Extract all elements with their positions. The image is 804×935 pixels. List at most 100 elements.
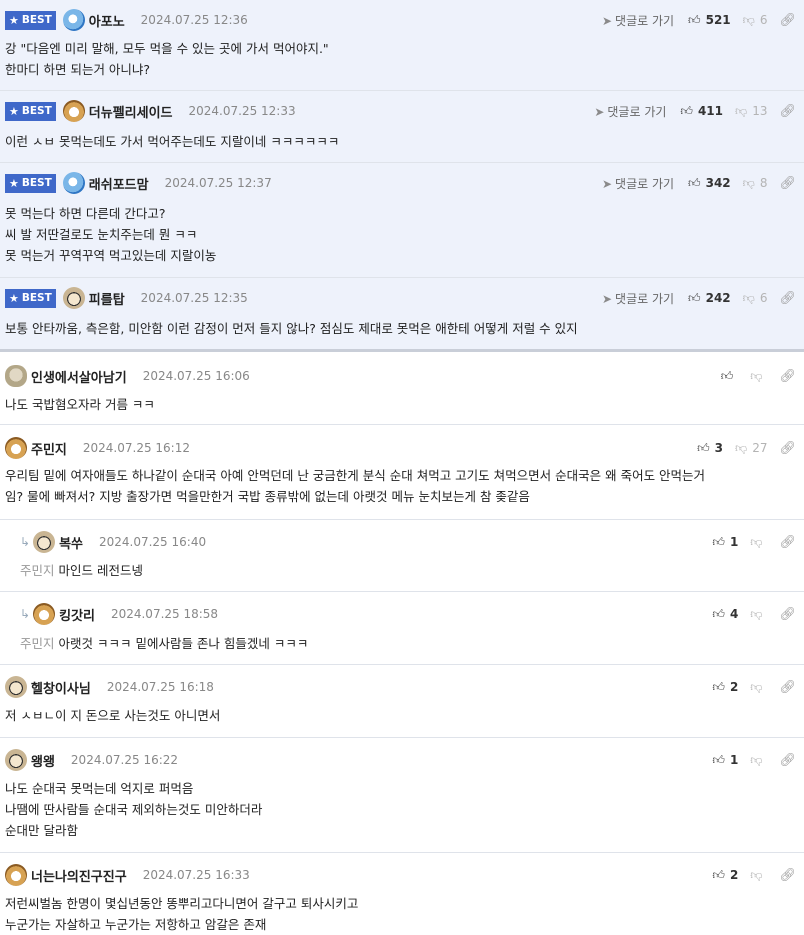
link-icon[interactable]: 🔗︎ <box>779 607 796 622</box>
upvote-button[interactable]: 👍︎ 3 <box>697 441 723 456</box>
link-icon[interactable]: 🔗︎ <box>779 535 796 550</box>
send-icon: ➤ <box>601 13 613 28</box>
thumbs-up-icon: 👍︎ <box>712 534 725 549</box>
downvote-button[interactable]: 👎︎ 8 <box>743 176 768 191</box>
upvote-button[interactable]: 👍︎ 242 <box>688 291 731 306</box>
upvote-button[interactable]: 👍︎ 1 <box>712 535 738 550</box>
comment-date: 2024.07.25 12:33 <box>188 104 296 118</box>
comment-body: 강 "다음엔 미리 말해, 모두 먹을 수 있는 곳에 가서 먹어야지." 한마… <box>5 41 329 77</box>
rock-icon[interactable] <box>5 365 27 387</box>
thumbs-up-icon: 👍︎ <box>712 606 725 621</box>
star-icon: ★ <box>9 104 19 118</box>
upvote-button[interactable]: 👍︎ 521 <box>688 13 731 28</box>
thumbs-down-icon: 👎︎ <box>742 290 755 305</box>
thumbs-up-icon: 👍︎ <box>688 290 701 305</box>
puppy-icon[interactable] <box>5 749 27 771</box>
comment-author[interactable]: 피를탑 <box>89 289 125 308</box>
downvote-button[interactable]: 👎︎ 6 <box>743 13 768 28</box>
downvote-button[interactable]: 👎︎ 13 <box>735 104 767 119</box>
thumbs-down-icon: 👎︎ <box>742 175 755 190</box>
thumbs-down-icon: 👎︎ <box>750 867 763 882</box>
fox-icon[interactable] <box>5 437 27 459</box>
fox-icon[interactable] <box>5 864 27 886</box>
thumbs-up-icon: 👍︎ <box>712 752 725 767</box>
link-icon[interactable]: 🔗︎ <box>779 176 796 191</box>
comment-author[interactable]: 복쑤 <box>59 533 83 552</box>
link-icon[interactable]: 🔗︎ <box>779 104 796 119</box>
send-icon: ➤ <box>594 104 605 119</box>
puppy-icon[interactable] <box>33 531 56 553</box>
comment-author[interactable]: 더뉴펠리세이드 <box>89 102 173 121</box>
comment-author[interactable]: 킹갓리 <box>59 605 95 624</box>
star-icon: ★ <box>9 13 19 27</box>
best-badge: ★ BEST <box>5 10 56 30</box>
link-icon[interactable]: 🔗︎ <box>779 13 796 28</box>
downvote-button[interactable]: 👎︎ 6 <box>743 291 768 306</box>
link-icon[interactable]: 🔗︎ <box>779 753 796 768</box>
star-icon: ★ <box>9 176 19 190</box>
blue-mascot-icon[interactable] <box>62 9 85 31</box>
thumbs-up-icon: 👍︎ <box>712 679 725 694</box>
upvote-button[interactable]: 👍︎ 2 <box>712 868 738 883</box>
upvote-button[interactable]: 👍︎ 1 <box>712 753 738 768</box>
reply-mention[interactable]: 주민지 <box>20 563 55 578</box>
comment-date: 2024.07.25 16:06 <box>142 369 250 383</box>
thumbs-up-icon: 👍︎ <box>720 368 734 383</box>
comment: 헬창이사님 2024.07.25 16:18 👍︎ 2 👎︎ 🔗︎ 저 ㅅㅂㄴ이 … <box>0 665 804 738</box>
thumbs-down-icon: 👎︎ <box>750 534 763 549</box>
comment-author[interactable]: 래쉬포드맘 <box>89 174 149 193</box>
thumbs-down-icon: 👎︎ <box>742 12 755 27</box>
comment-author[interactable]: 헬창이사님 <box>31 678 91 697</box>
downvote-button[interactable]: 👎︎ <box>750 535 767 550</box>
best-badge: ★ BEST <box>5 173 56 193</box>
comment-author[interactable]: 인생에서살아남기 <box>31 367 127 386</box>
comment-body: 보통 안타까움, 측은함, 미안함 이런 감정이 먼저 들지 않나? 점심도 제… <box>5 321 578 336</box>
upvote-button[interactable]: 👍︎ 2 <box>712 680 738 695</box>
fox-icon[interactable] <box>62 100 85 122</box>
comment-author[interactable]: 왱왱 <box>31 751 55 770</box>
comment-body: 주민지 마인드 레전드넹 <box>20 563 143 578</box>
downvote-button[interactable]: 👎︎ <box>750 753 767 768</box>
go-to-reply-link[interactable]: ➤ 댓글로 가기 <box>602 12 674 29</box>
downvote-button[interactable]: 👎︎ 27 <box>735 441 767 456</box>
downvote-button[interactable]: 👎︎ <box>750 369 767 384</box>
puppy-icon[interactable] <box>62 287 85 309</box>
upvote-button[interactable]: 👍︎ 411 <box>680 104 723 119</box>
downvote-button[interactable]: 👎︎ <box>750 607 767 622</box>
upvote-button[interactable]: 👍︎ <box>721 369 739 384</box>
blue-mascot-icon[interactable] <box>62 172 85 194</box>
upvote-button[interactable]: 👍︎ 4 <box>712 607 738 622</box>
link-icon[interactable]: 🔗︎ <box>779 680 796 695</box>
comment-author[interactable]: 너는나의진구진구 <box>31 866 127 885</box>
best-badge: ★ BEST <box>5 101 56 121</box>
go-to-reply-link[interactable]: ➤ 댓글로 가기 <box>602 290 674 307</box>
puppy-icon[interactable] <box>5 676 27 698</box>
fox-icon[interactable] <box>33 603 56 625</box>
comment-date: 2024.07.25 16:33 <box>142 868 250 882</box>
comment-author[interactable]: 주민지 <box>31 439 67 458</box>
link-icon[interactable]: 🔗︎ <box>779 291 796 306</box>
downvote-button[interactable]: 👎︎ <box>750 680 767 695</box>
comment-body: 나도 순대국 못먹는데 억지로 퍼먹음 나땜에 딴사람들 순대국 제외하는것도 … <box>5 781 263 838</box>
go-to-reply-link[interactable]: ➤ 댓글로 가기 <box>602 175 674 192</box>
link-icon[interactable]: 🔗︎ <box>779 369 796 384</box>
link-icon[interactable]: 🔗︎ <box>779 441 796 456</box>
thumbs-down-icon: 👎︎ <box>750 752 763 767</box>
reply-comment: ↳ 킹갓리 2024.07.25 18:58 👍︎ 4 👎︎ 🔗︎ 주민지 아랫것 … <box>0 592 804 665</box>
comment: 왱왱 2024.07.25 16:22 👍︎ 1 👎︎ 🔗︎ 나도 순대국 못먹는… <box>0 738 804 853</box>
comment-author[interactable]: 아포노 <box>89 11 125 30</box>
send-icon: ➤ <box>601 291 613 306</box>
upvote-button[interactable]: 👍︎ 342 <box>688 176 731 191</box>
link-icon[interactable]: 🔗︎ <box>779 868 796 883</box>
comment-body: 나도 국밥혐오자라 거름 ㅋㅋ <box>5 397 155 412</box>
best-comment: ★ BEST 피를탑 2024.07.25 12:35 ➤ 댓글로 가기 👍︎ 242… <box>0 278 804 352</box>
reply-mention[interactable]: 주민지 <box>20 636 55 651</box>
go-to-reply-link[interactable]: ➤ 댓글로 가기 <box>594 103 666 120</box>
comment-body: 이런 ㅅㅂ 못먹는데도 가서 먹어주는데도 지랄이네 ㅋㅋㅋㅋㅋㅋ <box>5 134 340 149</box>
downvote-button[interactable]: 👎︎ <box>750 868 767 883</box>
thumbs-up-icon: 👍︎ <box>712 867 725 882</box>
comment-body: 저 ㅅㅂㄴ이 지 돈으로 사는것도 아니면서 <box>5 708 221 723</box>
comment-date: 2024.07.25 12:37 <box>164 176 272 190</box>
best-comment: ★ BEST 래쉬포드맘 2024.07.25 12:37 ➤ 댓글로 가기 👍︎ 3… <box>0 163 804 278</box>
thumbs-up-icon: 👍︎ <box>688 175 701 190</box>
